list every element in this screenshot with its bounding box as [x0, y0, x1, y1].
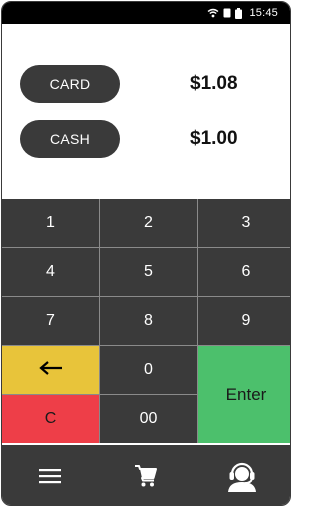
battery-icon	[235, 7, 243, 19]
key-6[interactable]: 6	[198, 248, 290, 296]
payment-row-cash: CASH $1.00	[20, 119, 275, 159]
support-agent-icon[interactable]	[212, 456, 272, 496]
signal-icon	[223, 8, 231, 18]
key-8[interactable]: 8	[100, 297, 197, 345]
card-button[interactable]: CARD	[20, 65, 120, 103]
card-amount: $1.08	[190, 73, 238, 94]
bottom-nav	[2, 445, 290, 505]
pos-screen: 15:45 CARD $1.08 CASH $1.00 1 2 3 4 5 6 …	[1, 1, 291, 506]
cash-amount: $1.00	[190, 128, 238, 149]
key-3[interactable]: 3	[198, 199, 290, 247]
key-1[interactable]: 1	[2, 199, 99, 247]
cart-icon[interactable]	[116, 456, 176, 496]
status-bar: 15:45	[2, 2, 290, 24]
key-7[interactable]: 7	[2, 297, 99, 345]
keypad: 1 2 3 4 5 6 7 8 9 0 Enter C 00	[2, 199, 290, 443]
menu-icon[interactable]	[20, 456, 80, 496]
backspace-button[interactable]	[2, 346, 99, 394]
payment-row-card: CARD $1.08	[20, 64, 275, 104]
key-4[interactable]: 4	[2, 248, 99, 296]
cash-button[interactable]: CASH	[20, 120, 120, 158]
wifi-icon	[207, 8, 219, 18]
left-arrow-icon	[38, 360, 64, 381]
key-00[interactable]: 00	[100, 395, 197, 443]
clear-button[interactable]: C	[2, 395, 99, 443]
key-2[interactable]: 2	[100, 199, 197, 247]
key-0[interactable]: 0	[100, 346, 197, 394]
status-time: 15:45	[249, 7, 278, 19]
enter-button[interactable]: Enter	[198, 346, 290, 443]
key-9[interactable]: 9	[198, 297, 290, 345]
key-5[interactable]: 5	[100, 248, 197, 296]
